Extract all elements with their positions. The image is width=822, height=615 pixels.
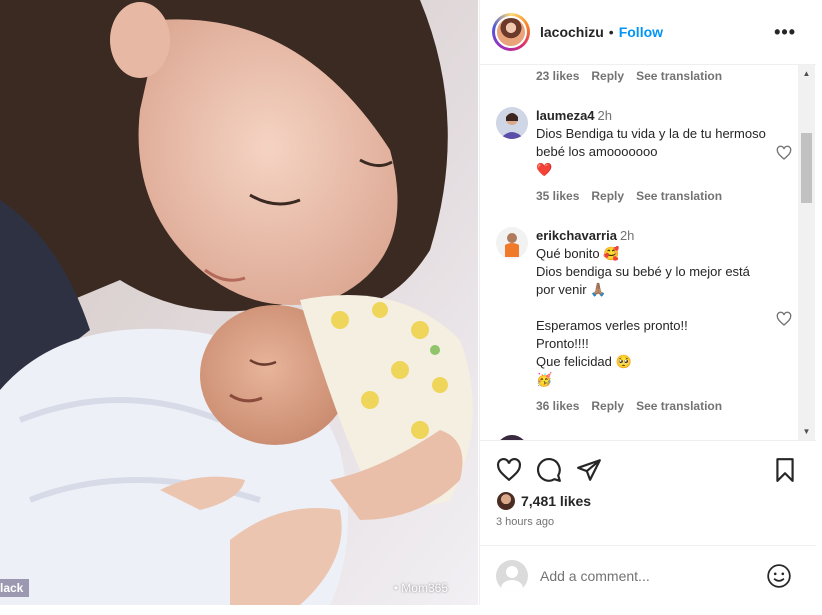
more-options-icon[interactable]: ••• xyxy=(774,22,796,43)
comment-time: 2h xyxy=(619,228,635,243)
comment-icon[interactable] xyxy=(536,457,562,483)
share-icon[interactable] xyxy=(576,457,602,483)
scroll-up-arrow-icon[interactable]: ▲ xyxy=(798,65,815,82)
comment-text: Qué bonito 🥰 Dios bendiga su bebé y lo m… xyxy=(536,246,750,387)
header-separator: • xyxy=(608,24,614,40)
author-username[interactable]: lacochizu xyxy=(540,24,604,40)
scroll-thumb[interactable] xyxy=(801,133,812,203)
comment-meta-row: 36 likes Reply See translation xyxy=(536,397,768,415)
post-photo[interactable]: lack • Mom365 xyxy=(0,0,478,605)
see-translation-link[interactable]: See translation xyxy=(636,187,722,205)
photo-watermark-right: • Mom365 xyxy=(393,581,448,595)
post-actions: 7,481 likes 3 hours ago xyxy=(480,440,816,545)
comment-like-heart-icon[interactable] xyxy=(776,145,792,161)
add-comment-input[interactable] xyxy=(540,567,760,584)
reply-button[interactable]: Reply xyxy=(591,69,624,83)
comment-text: Dios Bendiga tu vida y la de tu hermoso … xyxy=(536,126,766,177)
liker-avatar xyxy=(496,491,516,511)
comment-like-heart-icon[interactable] xyxy=(776,311,792,327)
current-user-avatar xyxy=(496,559,528,592)
photo-watermark-left: lack xyxy=(0,579,30,597)
reply-button[interactable]: Reply xyxy=(591,187,624,205)
follow-button[interactable]: Follow xyxy=(619,24,663,40)
see-translation-link[interactable]: See translation xyxy=(636,397,722,415)
comments-scrollbar[interactable]: ▲ ▼ xyxy=(798,65,815,440)
bookmark-icon[interactable] xyxy=(772,457,798,483)
comment-item: laumeza4 2h Dios Bendiga tu vida y la de … xyxy=(496,107,796,217)
commenter-avatar[interactable] xyxy=(496,107,528,139)
comment-item: erikchavarria 2h Qué bonito 🥰 Dios bendig… xyxy=(496,227,796,427)
commenter-avatar[interactable] xyxy=(496,227,528,259)
likes-summary[interactable]: 7,481 likes xyxy=(496,491,591,511)
author-avatar[interactable] xyxy=(492,13,530,51)
comments-list: 23 likes Reply See translation laumeza4 2… xyxy=(480,65,816,440)
comment-likes-count[interactable]: 36 likes xyxy=(536,397,579,415)
reply-button[interactable]: Reply xyxy=(591,397,624,415)
emoji-icon[interactable] xyxy=(766,563,792,589)
comment-meta-row: 23 likes Reply See translation xyxy=(536,69,734,83)
post-side-panel: lacochizu • Follow ••• 23 likes Reply Se… xyxy=(479,0,816,605)
post-timestamp[interactable]: 3 hours ago xyxy=(496,516,554,528)
scroll-down-arrow-icon[interactable]: ▼ xyxy=(798,423,815,440)
comment-likes-count[interactable]: 35 likes xyxy=(536,187,579,205)
comment-meta-row: 35 likes Reply See translation xyxy=(536,187,768,205)
comment-time: 2h xyxy=(597,108,613,123)
likes-count[interactable]: 7,481 likes xyxy=(521,493,591,509)
commenter-username[interactable]: laumeza4 xyxy=(536,108,595,123)
commenter-username[interactable]: erikchavarria xyxy=(536,228,617,243)
add-comment-bar xyxy=(480,545,816,605)
comment-likes-count[interactable]: 23 likes xyxy=(536,69,579,83)
post-header: lacochizu • Follow ••• xyxy=(480,0,816,65)
see-translation-link[interactable]: See translation xyxy=(636,69,722,83)
photo-illustration xyxy=(0,0,478,605)
heart-icon[interactable] xyxy=(496,457,522,483)
